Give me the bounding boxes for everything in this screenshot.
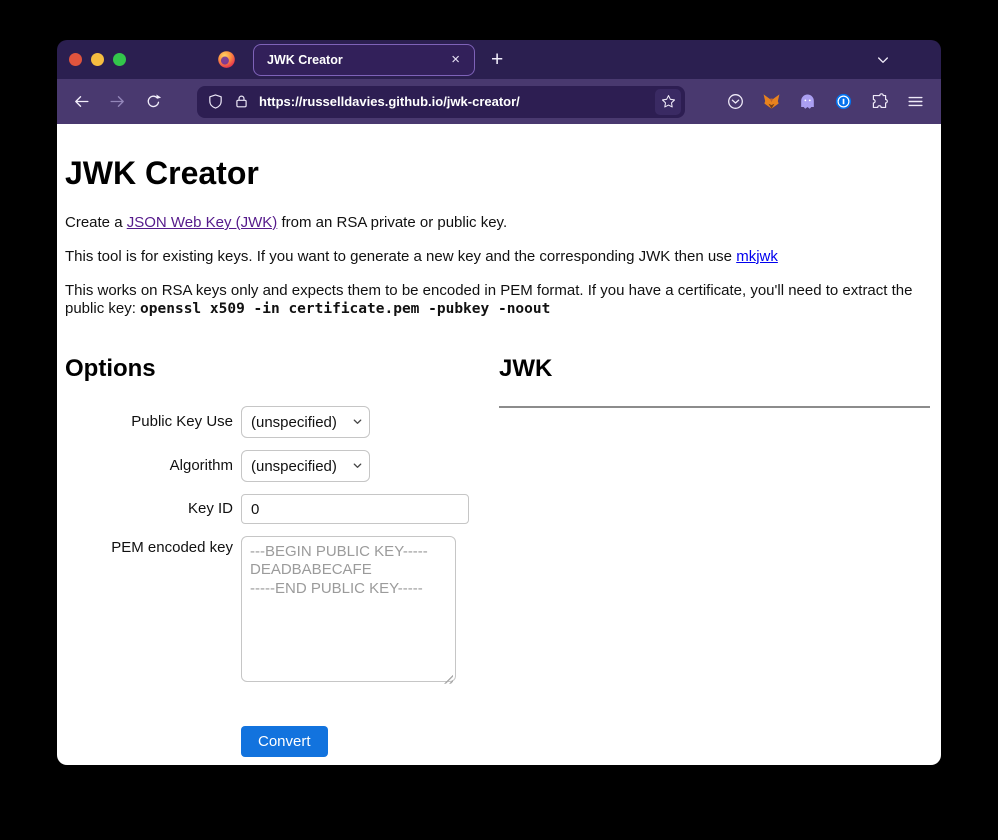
pem-key-label: PEM encoded key (65, 536, 233, 558)
url-text[interactable]: https://russelldavies.github.io/jwk-crea… (259, 94, 655, 109)
page-title: JWK Creator (65, 153, 933, 193)
intro-text: Create a (65, 214, 127, 231)
public-key-use-select[interactable]: (unspecified) (241, 406, 370, 438)
tab-close-icon[interactable]: × (447, 51, 464, 68)
algorithm-select-wrap: (unspecified) (241, 450, 370, 482)
star-icon (660, 93, 677, 110)
public-key-use-label: Public Key Use (65, 413, 233, 432)
onepassword-button[interactable] (829, 88, 857, 116)
address-bar[interactable]: https://russelldavies.github.io/jwk-crea… (197, 86, 685, 118)
pem-note-paragraph: This works on RSA keys only and expects … (65, 282, 933, 320)
forward-button[interactable] (105, 90, 129, 114)
key-id-input[interactable] (241, 494, 469, 524)
back-button[interactable] (69, 90, 93, 114)
new-tab-button[interactable]: + (491, 49, 503, 70)
intro-text-after: from an RSA private or public key. (277, 214, 507, 231)
public-key-use-select-wrap: (unspecified) (241, 406, 370, 438)
minimize-window-button[interactable] (91, 53, 104, 66)
metamask-button[interactable] (757, 88, 785, 116)
two-column-layout: Options Public Key Use (unspecified) Alg… (65, 334, 933, 757)
extensions-button[interactable] (865, 88, 893, 116)
pocket-icon (726, 92, 745, 111)
tab-title: JWK Creator (267, 53, 447, 67)
browser-tab[interactable]: JWK Creator × (253, 44, 475, 76)
onepassword-icon (834, 92, 853, 111)
openssl-command: openssl x509 -in certificate.pem -pubkey… (140, 301, 550, 317)
mkjwk-link[interactable]: mkjwk (736, 248, 778, 265)
connection-secure-lock-icon[interactable] (233, 93, 250, 110)
key-id-row: Key ID (65, 494, 499, 524)
jwk-spec-link[interactable]: JSON Web Key (JWK) (127, 214, 278, 231)
list-tabs-chevron-icon[interactable] (875, 52, 891, 68)
puzzle-piece-icon (870, 92, 889, 111)
algorithm-select[interactable]: (unspecified) (241, 450, 370, 482)
public-key-use-row: Public Key Use (unspecified) (65, 406, 499, 438)
intro-paragraph: Create a JSON Web Key (JWK) from an RSA … (65, 214, 933, 233)
metamask-fox-icon (762, 92, 781, 111)
navigation-toolbar: https://russelldavies.github.io/jwk-crea… (57, 79, 941, 124)
pocket-button[interactable] (721, 88, 749, 116)
tracking-protection-shield-icon[interactable] (207, 93, 224, 110)
convert-button[interactable]: Convert (241, 726, 328, 757)
jwk-divider (499, 406, 930, 408)
bookmark-star-button[interactable] (655, 89, 681, 115)
browser-window: JWK Creator × + https://russelldavies.gi… (57, 40, 941, 765)
key-id-label: Key ID (65, 500, 233, 519)
reload-button[interactable] (141, 90, 165, 114)
phantom-button[interactable] (793, 88, 821, 116)
phantom-ghost-icon (798, 92, 817, 111)
zoom-window-button[interactable] (113, 53, 126, 66)
window-controls (69, 53, 126, 66)
existing-keys-text: This tool is for existing keys. If you w… (65, 248, 736, 265)
existing-keys-paragraph: This tool is for existing keys. If you w… (65, 248, 933, 267)
pem-key-textarea[interactable] (241, 536, 456, 682)
firefox-logo-icon (216, 49, 237, 70)
toolbar-extensions (713, 88, 929, 116)
jwk-column: JWK (499, 334, 933, 757)
page-content: JWK Creator Create a JSON Web Key (JWK) … (57, 124, 941, 765)
tab-bar: JWK Creator × + (57, 40, 941, 79)
pem-textarea-wrap (241, 536, 456, 688)
options-column: Options Public Key Use (unspecified) Alg… (65, 334, 499, 757)
options-heading: Options (65, 354, 499, 384)
algorithm-row: Algorithm (unspecified) (65, 450, 499, 482)
algorithm-label: Algorithm (65, 457, 233, 476)
close-window-button[interactable] (69, 53, 82, 66)
jwk-heading: JWK (499, 354, 933, 384)
hamburger-menu-icon (906, 92, 925, 111)
pem-key-row: PEM encoded key (65, 536, 499, 688)
menu-button[interactable] (901, 88, 929, 116)
